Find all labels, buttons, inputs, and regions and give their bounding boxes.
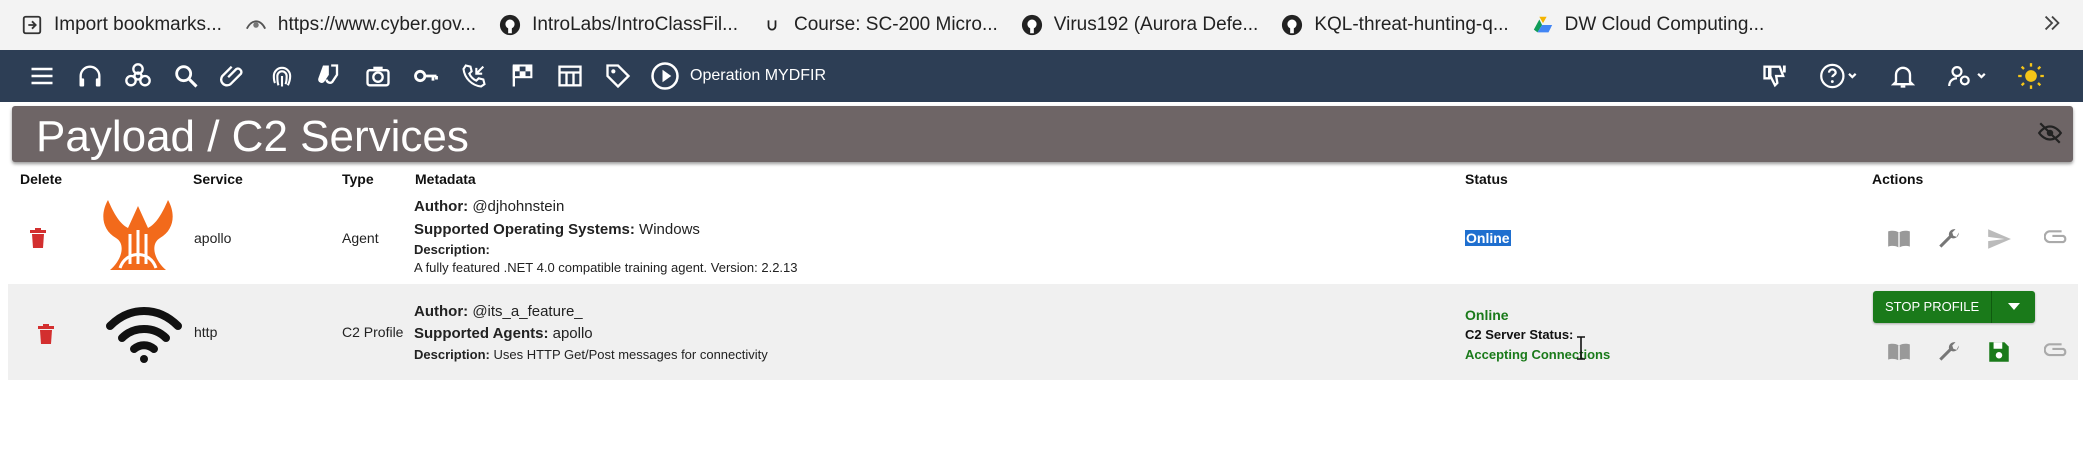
- gov-crest-icon: [244, 13, 268, 37]
- fingerprint-icon[interactable]: [258, 50, 306, 102]
- bookmark-virus192[interactable]: Virus192 (Aurora Defe...: [1020, 0, 1259, 50]
- biohazard-icon[interactable]: [114, 50, 162, 102]
- author-value: @djhohnstein: [472, 198, 565, 215]
- more-bookmarks-icon[interactable]: [2041, 12, 2063, 40]
- c2-server-status-label: C2 Server Status:: [1465, 327, 1574, 342]
- page-title-bar: Payload / C2 Services: [12, 106, 2073, 162]
- app-toolbar: Operation MYDFIR: [0, 50, 2083, 102]
- github-icon: [1020, 13, 1044, 37]
- operation-indicator[interactable]: Operation MYDFIR: [650, 61, 826, 91]
- bookmark-kql[interactable]: KQL-threat-hunting-q...: [1280, 0, 1509, 50]
- bookmark-import[interactable]: Import bookmarks...: [20, 0, 222, 50]
- stop-profile-split-button: STOP PROFILE: [1873, 291, 2036, 323]
- bookmark-label: IntroLabs/IntroClassFil...: [532, 14, 738, 35]
- page-title: Payload / C2 Services: [36, 112, 469, 161]
- notifications-bell-icon[interactable]: [1871, 50, 1935, 102]
- os-label: Supported Operating Systems:: [414, 221, 635, 238]
- metadata-block: Author: @its_a_feature_ Supported Agents…: [414, 303, 768, 362]
- attach-paperclip-icon[interactable]: [2044, 339, 2070, 365]
- github-icon: [1280, 13, 1304, 37]
- user-settings-menu-icon[interactable]: [1935, 50, 1999, 102]
- status-online: Online: [1465, 307, 1509, 323]
- bookmark-label: Course: SC-200 Micro...: [794, 14, 998, 35]
- header-actions: Actions: [1872, 171, 1924, 187]
- service-name: http: [194, 324, 218, 340]
- service-type: C2 Profile: [342, 324, 404, 340]
- description-label: Description:: [414, 242, 490, 257]
- header-service: Service: [193, 171, 243, 187]
- bookmark-label: Import bookmarks...: [54, 14, 222, 35]
- bookmark-introlabs[interactable]: IntroLabs/IntroClassFil...: [498, 0, 738, 50]
- help-menu-icon[interactable]: [1807, 50, 1871, 102]
- author-label: Author:: [414, 198, 469, 215]
- author-value: @its_a_feature_: [472, 303, 583, 320]
- service-name: apollo: [194, 230, 232, 246]
- attach-paperclip-icon[interactable]: [2044, 226, 2070, 252]
- theme-sun-icon[interactable]: [1999, 50, 2063, 102]
- bookmarks-bar: Import bookmarks... https://www.cyber.go…: [0, 0, 2083, 50]
- header-delete: Delete: [20, 171, 63, 187]
- documentation-book-icon[interactable]: [1886, 339, 1912, 365]
- description-label: Description:: [414, 347, 490, 362]
- caret-down-icon: [2007, 303, 2020, 310]
- socks-icon[interactable]: [306, 50, 354, 102]
- status-online: Online: [1465, 230, 1511, 246]
- key-icon[interactable]: [402, 50, 450, 102]
- phone-callback-icon[interactable]: [450, 50, 498, 102]
- tag-icon[interactable]: [594, 50, 642, 102]
- table-icon[interactable]: [546, 50, 594, 102]
- google-drive-icon: [1531, 13, 1555, 37]
- delete-trash-icon[interactable]: [38, 324, 54, 344]
- bookmark-course-sc200[interactable]: Course: SC-200 Micro...: [760, 0, 998, 50]
- table-row: apollo Agent Author: @djhohnstein Suppor…: [8, 190, 2078, 284]
- c2-server-status-value: Accepting Connections: [1465, 347, 1611, 362]
- bookmark-label: KQL-threat-hunting-q...: [1314, 14, 1509, 35]
- play-circle-icon: [651, 62, 679, 90]
- checkered-flag-icon[interactable]: [498, 50, 546, 102]
- bookmark-label: DW Cloud Computing...: [1564, 14, 1765, 35]
- author-label: Author:: [414, 303, 469, 320]
- supported-agents-value: apollo: [552, 325, 593, 342]
- supported-agents-label: Supported Agents:: [414, 325, 549, 342]
- camera-icon[interactable]: [354, 50, 402, 102]
- bookmark-label: https://www.cyber.gov...: [277, 14, 477, 35]
- bookmark-label: Virus192 (Aurora Defe...: [1053, 14, 1259, 35]
- build-wrench-icon[interactable]: [1936, 226, 1962, 252]
- header-status: Status: [1465, 171, 1508, 187]
- table-header: Delete Service Type Metadata Status Acti…: [0, 168, 2083, 192]
- bookmark-dw-cloud[interactable]: DW Cloud Computing...: [1531, 0, 1765, 50]
- import-icon: [20, 13, 44, 37]
- documentation-book-icon[interactable]: [1886, 226, 1912, 252]
- table-row: http C2 Profile Author: @its_a_feature_ …: [8, 284, 2078, 380]
- save-floppy-icon[interactable]: [1986, 339, 2012, 365]
- build-wrench-icon[interactable]: [1936, 339, 1962, 365]
- apollo-lyre-logo: [103, 200, 173, 270]
- service-type: Agent: [342, 230, 379, 246]
- headphones-icon[interactable]: [66, 50, 114, 102]
- description-text: Uses HTTP Get/Post messages for connecti…: [493, 347, 768, 362]
- status-online-text: Online: [1465, 230, 1511, 246]
- thumbs-down-alert-icon[interactable]: [1743, 50, 1807, 102]
- bookmark-cyber-gov[interactable]: https://www.cyber.gov...: [244, 0, 476, 50]
- delete-trash-icon[interactable]: [30, 228, 46, 248]
- hide-eye-icon[interactable]: [2037, 120, 2063, 146]
- search-icon[interactable]: [162, 50, 210, 102]
- stop-profile-dropdown[interactable]: [1991, 291, 2036, 323]
- operation-name: Operation MYDFIR: [690, 67, 827, 84]
- description-text: A fully featured .NET 4.0 compatible tra…: [414, 260, 798, 275]
- menu-icon[interactable]: [18, 50, 66, 102]
- course-icon: [760, 13, 784, 37]
- status-block: Online C2 Server Status: Accepting Conne…: [1465, 307, 1610, 362]
- github-icon: [498, 13, 522, 37]
- send-icon[interactable]: [1986, 226, 2012, 252]
- header-metadata: Metadata: [415, 171, 476, 187]
- os-value: Windows: [639, 221, 700, 238]
- stop-profile-button[interactable]: STOP PROFILE: [1873, 291, 1992, 323]
- paperclip-icon[interactable]: [210, 50, 258, 102]
- header-type: Type: [342, 171, 374, 187]
- wifi-logo: [106, 307, 182, 363]
- text-cursor-icon: [1577, 336, 1585, 360]
- metadata-block: Author: @djhohnstein Supported Operating…: [414, 198, 798, 275]
